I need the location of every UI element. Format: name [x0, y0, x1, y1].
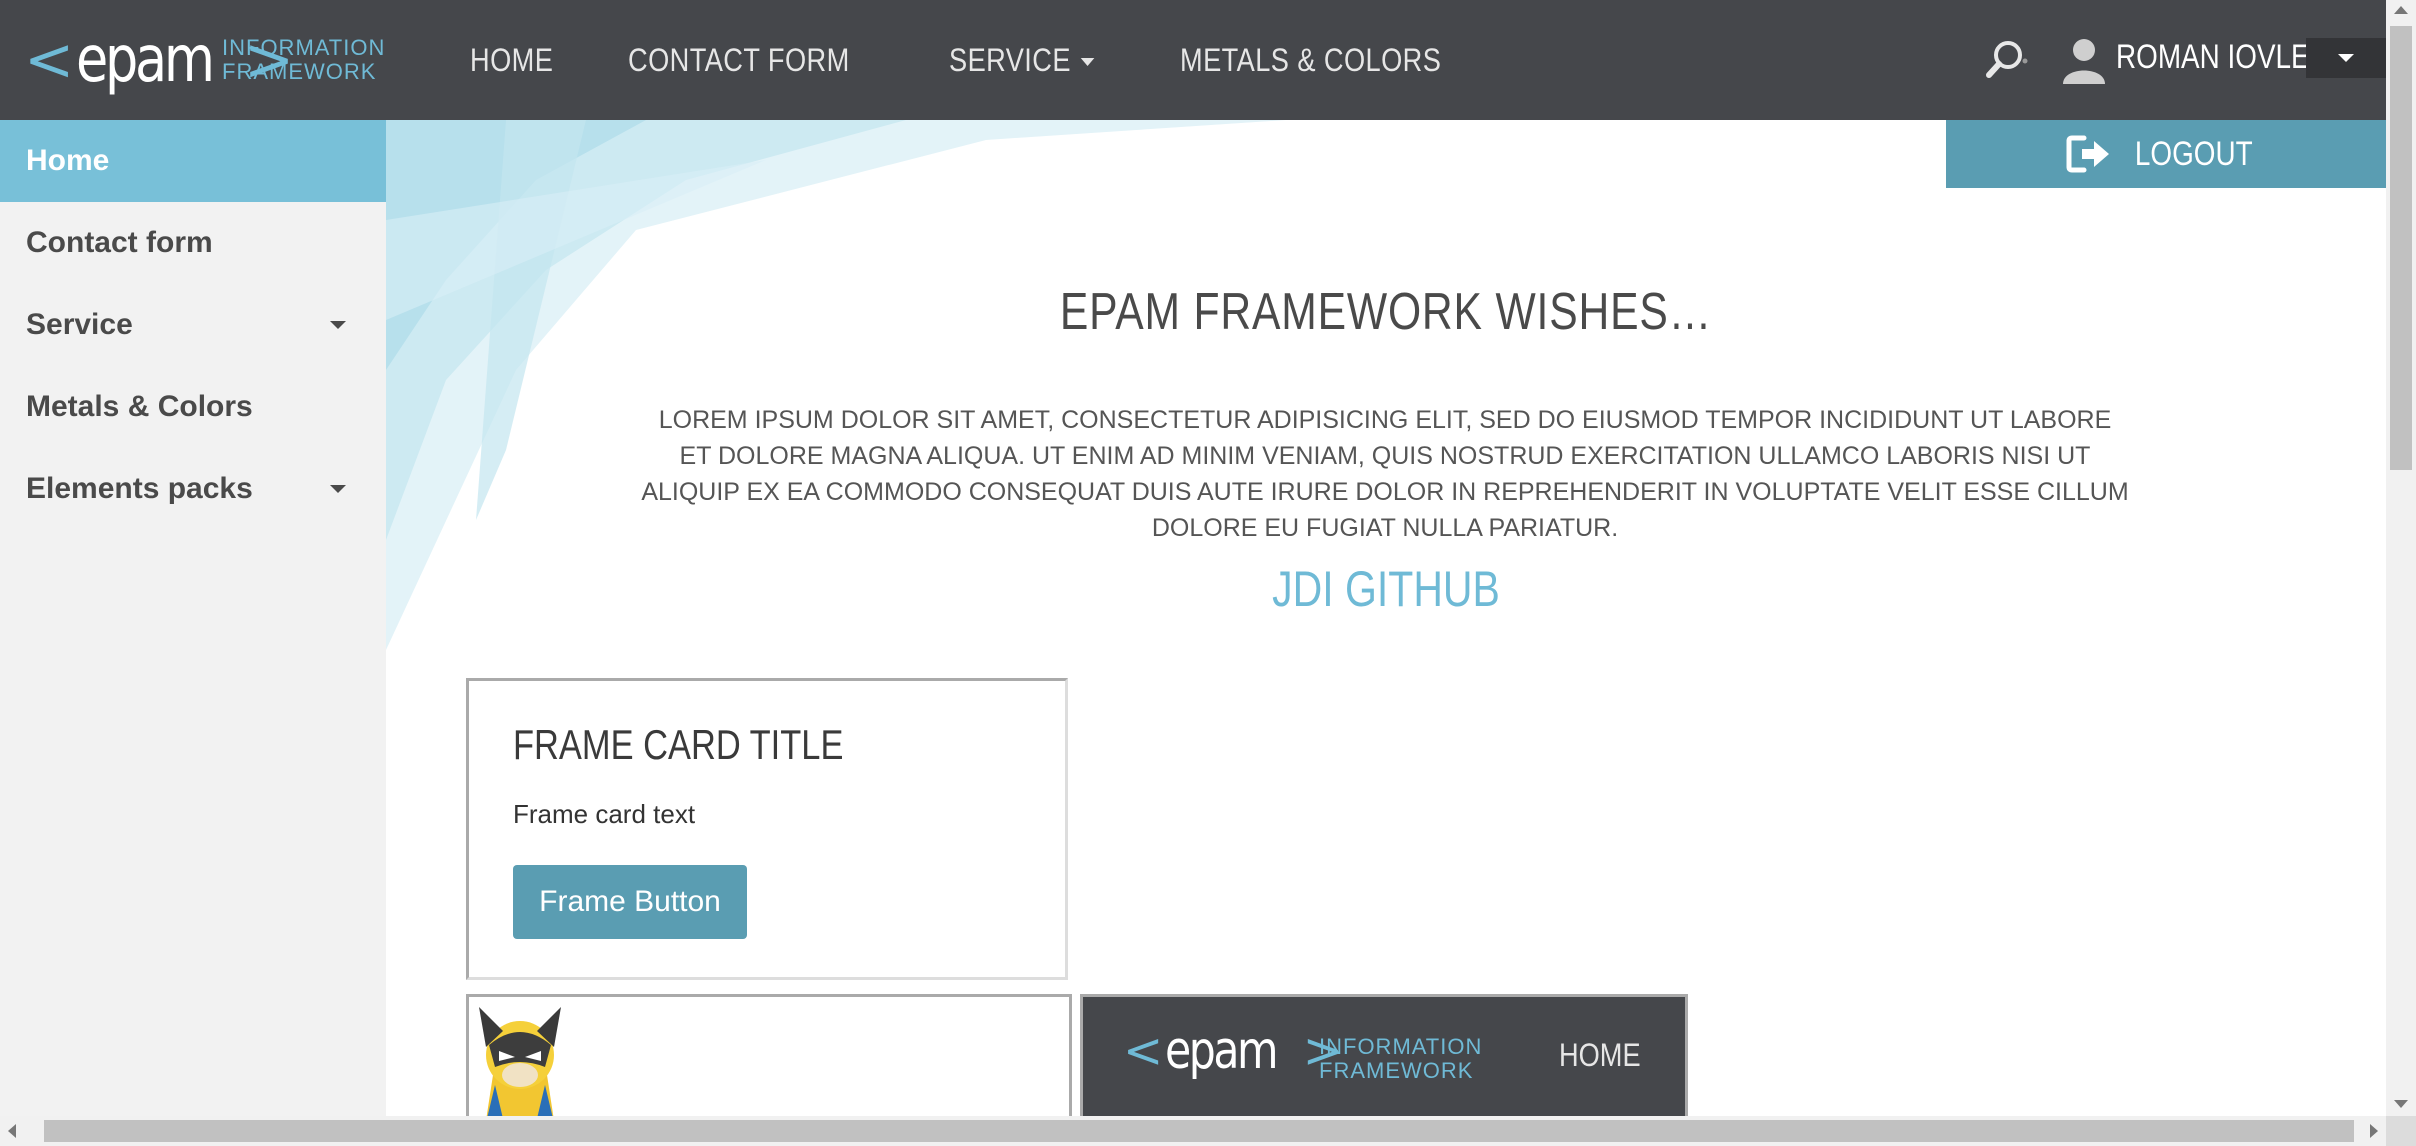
scroll-right-icon[interactable] [2370, 1124, 2378, 1138]
scrollbar-corner [2386, 1116, 2416, 1146]
top-header: < epam > INFORMATION FRAMEWORK HOME CONT… [0, 0, 2416, 120]
nav-service-label: SERVICE [948, 41, 1071, 78]
chevron-down-icon [1080, 58, 1095, 67]
main-text: LOREM IPSUM DOLOR SIT AMET, CONSECTETUR … [641, 406, 2129, 542]
image-frame [466, 994, 1072, 1124]
inner-epam-logo: < epam > [1123, 1025, 1343, 1077]
top-nav: HOME CONTACT FORM SERVICE METALS & COLOR… [440, 0, 1518, 120]
inner-header-frame: < epam > INFORMATION FRAMEWORK HOME [1080, 994, 1688, 1124]
inner-nav-home[interactable]: HOME [1559, 1037, 1641, 1074]
nav-contact-form-label: CONTACT FORM [628, 41, 850, 78]
page-title: EPAM FRAMEWORK WISHES… [1059, 283, 1713, 341]
frame-card-text: Frame card text [513, 799, 696, 829]
sidebar: Home Contact form Service Metals & Color… [0, 120, 386, 1146]
chevron-down-icon [330, 485, 346, 493]
frame-button[interactable]: Frame Button [513, 865, 747, 939]
wolverine-image [479, 1007, 561, 1124]
logout-label: LOGOUT [2135, 134, 2253, 173]
user-icon [2063, 39, 2105, 84]
logo-word: epam [1165, 1021, 1279, 1081]
scroll-down-icon[interactable] [2394, 1100, 2408, 1108]
inner-logo-subtitle-line2: FRAMEWORK [1319, 1058, 1474, 1083]
sidebar-item-label: Metals & Colors [26, 390, 253, 423]
scroll-up-icon[interactable] [2394, 6, 2408, 14]
vertical-scroll-thumb[interactable] [2390, 26, 2412, 470]
scroll-left-icon[interactable] [8, 1124, 16, 1138]
frame-card-title: FRAME CARD TITLE [513, 721, 844, 768]
logo-subtitle-line1: INFORMATION [222, 35, 386, 60]
horizontal-scrollbar[interactable] [0, 1116, 2386, 1146]
logout-icon [2066, 135, 2110, 173]
sidebar-item-home[interactable]: Home [0, 120, 386, 202]
sidebar-item-metals-colors[interactable]: Metals & Colors [0, 366, 386, 448]
sidebar-item-elements-packs[interactable]: Elements packs [0, 448, 386, 530]
sidebar-item-contact-form[interactable]: Contact form [0, 202, 386, 284]
sidebar-item-label: Service [26, 308, 133, 341]
nav-service[interactable]: SERVICE [949, 42, 1095, 79]
inner-logo-subtitle-line1: INFORMATION [1319, 1034, 1483, 1059]
nav-metals-colors-label: METALS & COLORS [1180, 41, 1442, 78]
logo-chevron-left: < [24, 25, 75, 95]
jdi-github-link[interactable]: JDI GITHUB [566, 560, 2206, 618]
nav-contact-form[interactable]: CONTACT FORM [628, 42, 850, 79]
user-name[interactable]: ROMAN IOVLEV [2116, 38, 2328, 77]
horizontal-scroll-thumb[interactable] [44, 1120, 2354, 1142]
logo-chevron-left: < [1123, 1023, 1164, 1079]
inner-logo-subtitle: INFORMATION FRAMEWORK [1319, 1035, 1482, 1083]
frame-card: FRAME CARD TITLE Frame card text Frame B… [466, 678, 1068, 980]
logo-word: epam [76, 23, 215, 97]
search-icon[interactable] [1984, 38, 2028, 82]
chevron-down-icon [2338, 54, 2354, 62]
sidebar-item-label: Elements packs [26, 472, 253, 505]
sidebar-item-label: Contact form [26, 226, 213, 259]
nav-home-label: HOME [470, 41, 554, 78]
logout-button[interactable]: LOGOUT [1946, 120, 2386, 188]
sidebar-item-label: Home [26, 144, 110, 177]
sidebar-item-service[interactable]: Service [0, 284, 386, 366]
chevron-down-icon [330, 321, 346, 329]
vertical-scrollbar[interactable] [2386, 0, 2416, 1116]
nav-home[interactable]: HOME [470, 42, 553, 79]
logo-subtitle: INFORMATION FRAMEWORK [222, 36, 385, 84]
logo-subtitle-line2: FRAMEWORK [222, 59, 377, 84]
nav-metals-colors[interactable]: METALS & COLORS [1180, 42, 1441, 79]
user-menu-toggle[interactable] [2306, 38, 2386, 78]
